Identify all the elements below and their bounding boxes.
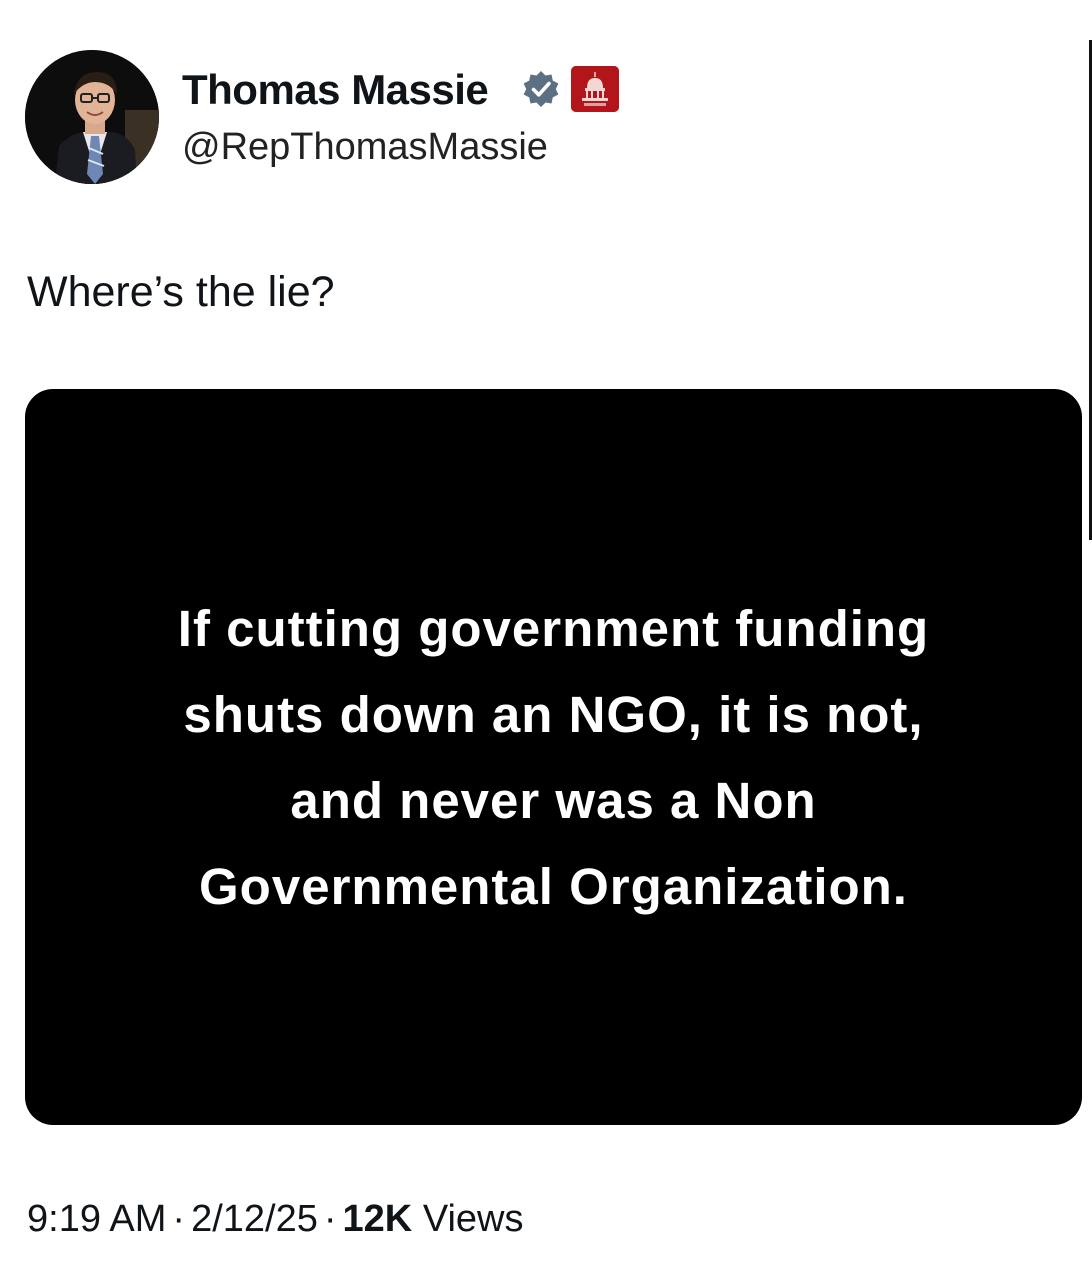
media-text-line: shuts down an NGO, it is not, [183, 686, 924, 743]
tweet-date[interactable]: 2/12/25 [191, 1198, 318, 1240]
views-label: Views [422, 1198, 524, 1240]
tweet-text: Where’s the lie? [27, 268, 335, 316]
media-caption: If cutting government funding shuts down… [25, 586, 1082, 930]
views-link[interactable]: 12K Views [343, 1198, 524, 1240]
tweet-time[interactable]: 9:19 AM [27, 1198, 166, 1240]
tweet-metadata: 9:19 AM · 2/12/25 · 12K Views [27, 1196, 524, 1242]
separator-dot: · [323, 1198, 337, 1240]
media-text-line: Governmental Organization. [199, 858, 908, 915]
media-text-line: and never was a Non [290, 772, 817, 829]
author-display-name[interactable]: Thomas Massie [182, 64, 489, 116]
profile-photo-image [25, 50, 159, 184]
capitol-dome-icon[interactable] [571, 66, 619, 112]
avatar[interactable] [25, 50, 159, 184]
separator-dot: · [172, 1198, 186, 1240]
views-count: 12K [342, 1198, 413, 1240]
media-text-line: If cutting government funding [177, 600, 930, 657]
verified-badge-icon[interactable] [521, 69, 561, 109]
author-handle[interactable]: @RepThomasMassie [182, 123, 548, 171]
